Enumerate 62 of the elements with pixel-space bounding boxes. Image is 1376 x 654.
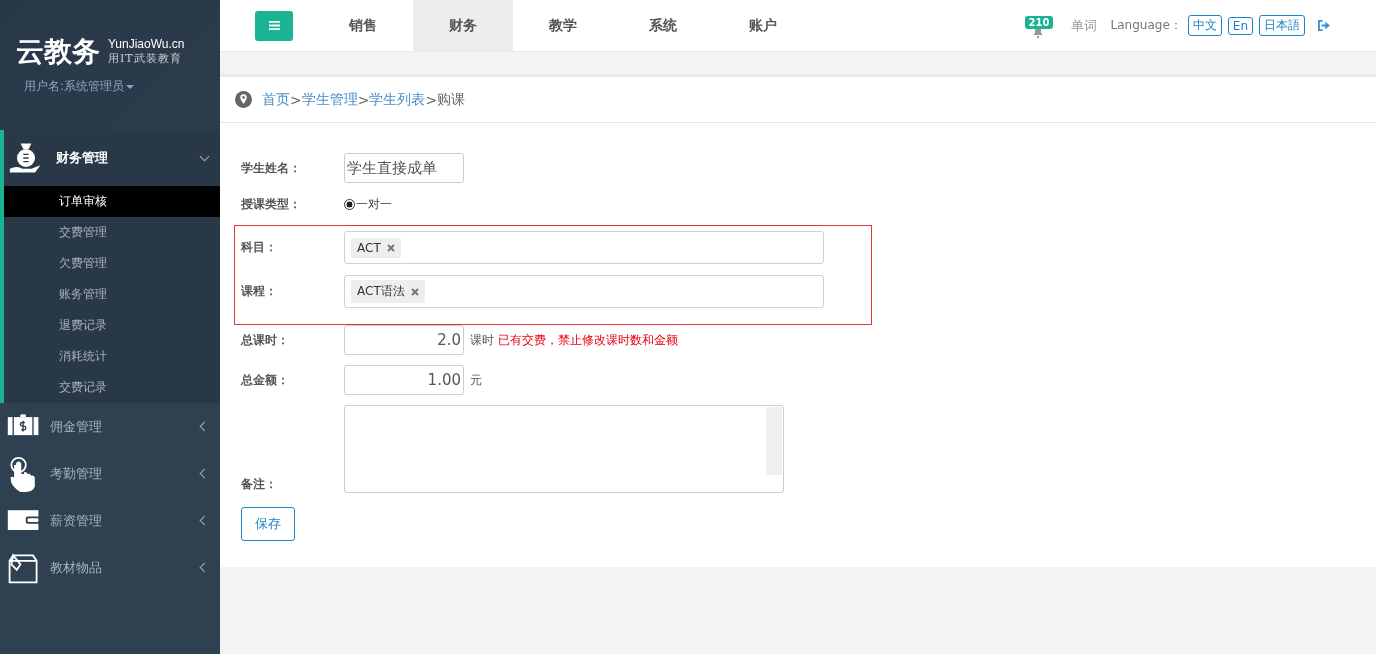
logo-text: 云教务: [16, 34, 100, 70]
breadcrumb-link[interactable]: 学生管理: [301, 90, 358, 109]
menu-button[interactable]: [255, 10, 293, 41]
number-field[interactable]: 1.00: [344, 365, 464, 395]
caret-icon: [126, 84, 135, 89]
remove-icon[interactable]: [410, 287, 419, 296]
nav-tab[interactable]: 销售: [313, 0, 413, 51]
slogan: 用IT武装教育: [108, 51, 183, 66]
tag-chip: ACT: [351, 237, 401, 258]
submenu-item[interactable]: 欠费管理: [4, 248, 220, 279]
site-name: YunJiaoWu.cn: [108, 37, 185, 51]
field-label: 授课类型：: [241, 195, 302, 213]
language-button[interactable]: 中文: [1187, 15, 1222, 36]
sidebar-item[interactable]: 教材物品: [4, 544, 220, 591]
name-field[interactable]: 学生直接成单: [344, 153, 464, 183]
breadcrumb-separator: >: [290, 91, 302, 108]
remove-icon[interactable]: [386, 243, 395, 252]
tag-select-field[interactable]: ACT: [344, 231, 824, 264]
submenu-item[interactable]: 消耗统计: [4, 341, 220, 372]
field-label: 总课时：: [241, 331, 290, 349]
sidebar-item[interactable]: 财务管理: [4, 130, 220, 186]
breadcrumb-link[interactable]: 学生列表: [369, 90, 426, 109]
submenu-item[interactable]: 订单审核: [4, 186, 220, 217]
logout-icon[interactable]: [1317, 20, 1330, 31]
field-label: 科目：: [241, 239, 278, 256]
sidebar-item[interactable]: 考勤管理: [4, 450, 220, 497]
nav-tab[interactable]: 财务: [413, 0, 513, 51]
language-button[interactable]: En: [1227, 16, 1253, 35]
tag-chip: ACT语法: [351, 280, 425, 303]
user-menu[interactable]: 用户名:系统管理员: [24, 78, 135, 95]
location-pin-icon: [235, 91, 252, 108]
field-label: 总金额：: [241, 371, 290, 389]
breadcrumb-link[interactable]: 首页: [262, 90, 290, 109]
unit-text: 课时: [470, 331, 494, 349]
language-button[interactable]: 日本語: [1259, 15, 1305, 36]
tag-select-field[interactable]: ACT语法: [344, 275, 824, 308]
sidebar-item[interactable]: 佣金管理: [4, 403, 220, 450]
submenu-item[interactable]: 退费记录: [4, 310, 220, 341]
field-label: 学生姓名：: [241, 159, 302, 177]
number-field[interactable]: 2.0: [344, 325, 464, 355]
breadcrumb-separator: >: [357, 91, 370, 108]
nav-tab[interactable]: 教学: [513, 0, 613, 51]
breadcrumb-current: 购课: [437, 90, 466, 109]
radio-option[interactable]: 一对一: [344, 195, 392, 213]
bell-icon: [1032, 26, 1043, 38]
submenu-item[interactable]: 账务管理: [4, 279, 220, 310]
save-button[interactable]: 保存: [241, 507, 295, 541]
field-label: 课程：: [241, 283, 278, 300]
warning-text: 已有交费，禁止修改课时数和金额: [498, 331, 678, 349]
nav-tab[interactable]: 系统: [613, 0, 713, 51]
remarks-field[interactable]: [344, 405, 784, 493]
menu-icon: [267, 20, 281, 31]
submenu-item[interactable]: 交费管理: [4, 217, 220, 248]
notification-badge: 210: [1024, 15, 1054, 29]
unit-text: 元: [470, 371, 482, 389]
submenu-item[interactable]: 交费记录: [4, 372, 220, 403]
nav-tab[interactable]: 账户: [713, 0, 813, 51]
sidebar-item[interactable]: 薪资管理: [4, 497, 220, 544]
breadcrumb-separator: >: [425, 91, 438, 108]
words-link[interactable]: 单词: [1070, 16, 1097, 35]
language-label: Language：: [1110, 17, 1182, 34]
field-label: 备注：: [241, 476, 278, 493]
